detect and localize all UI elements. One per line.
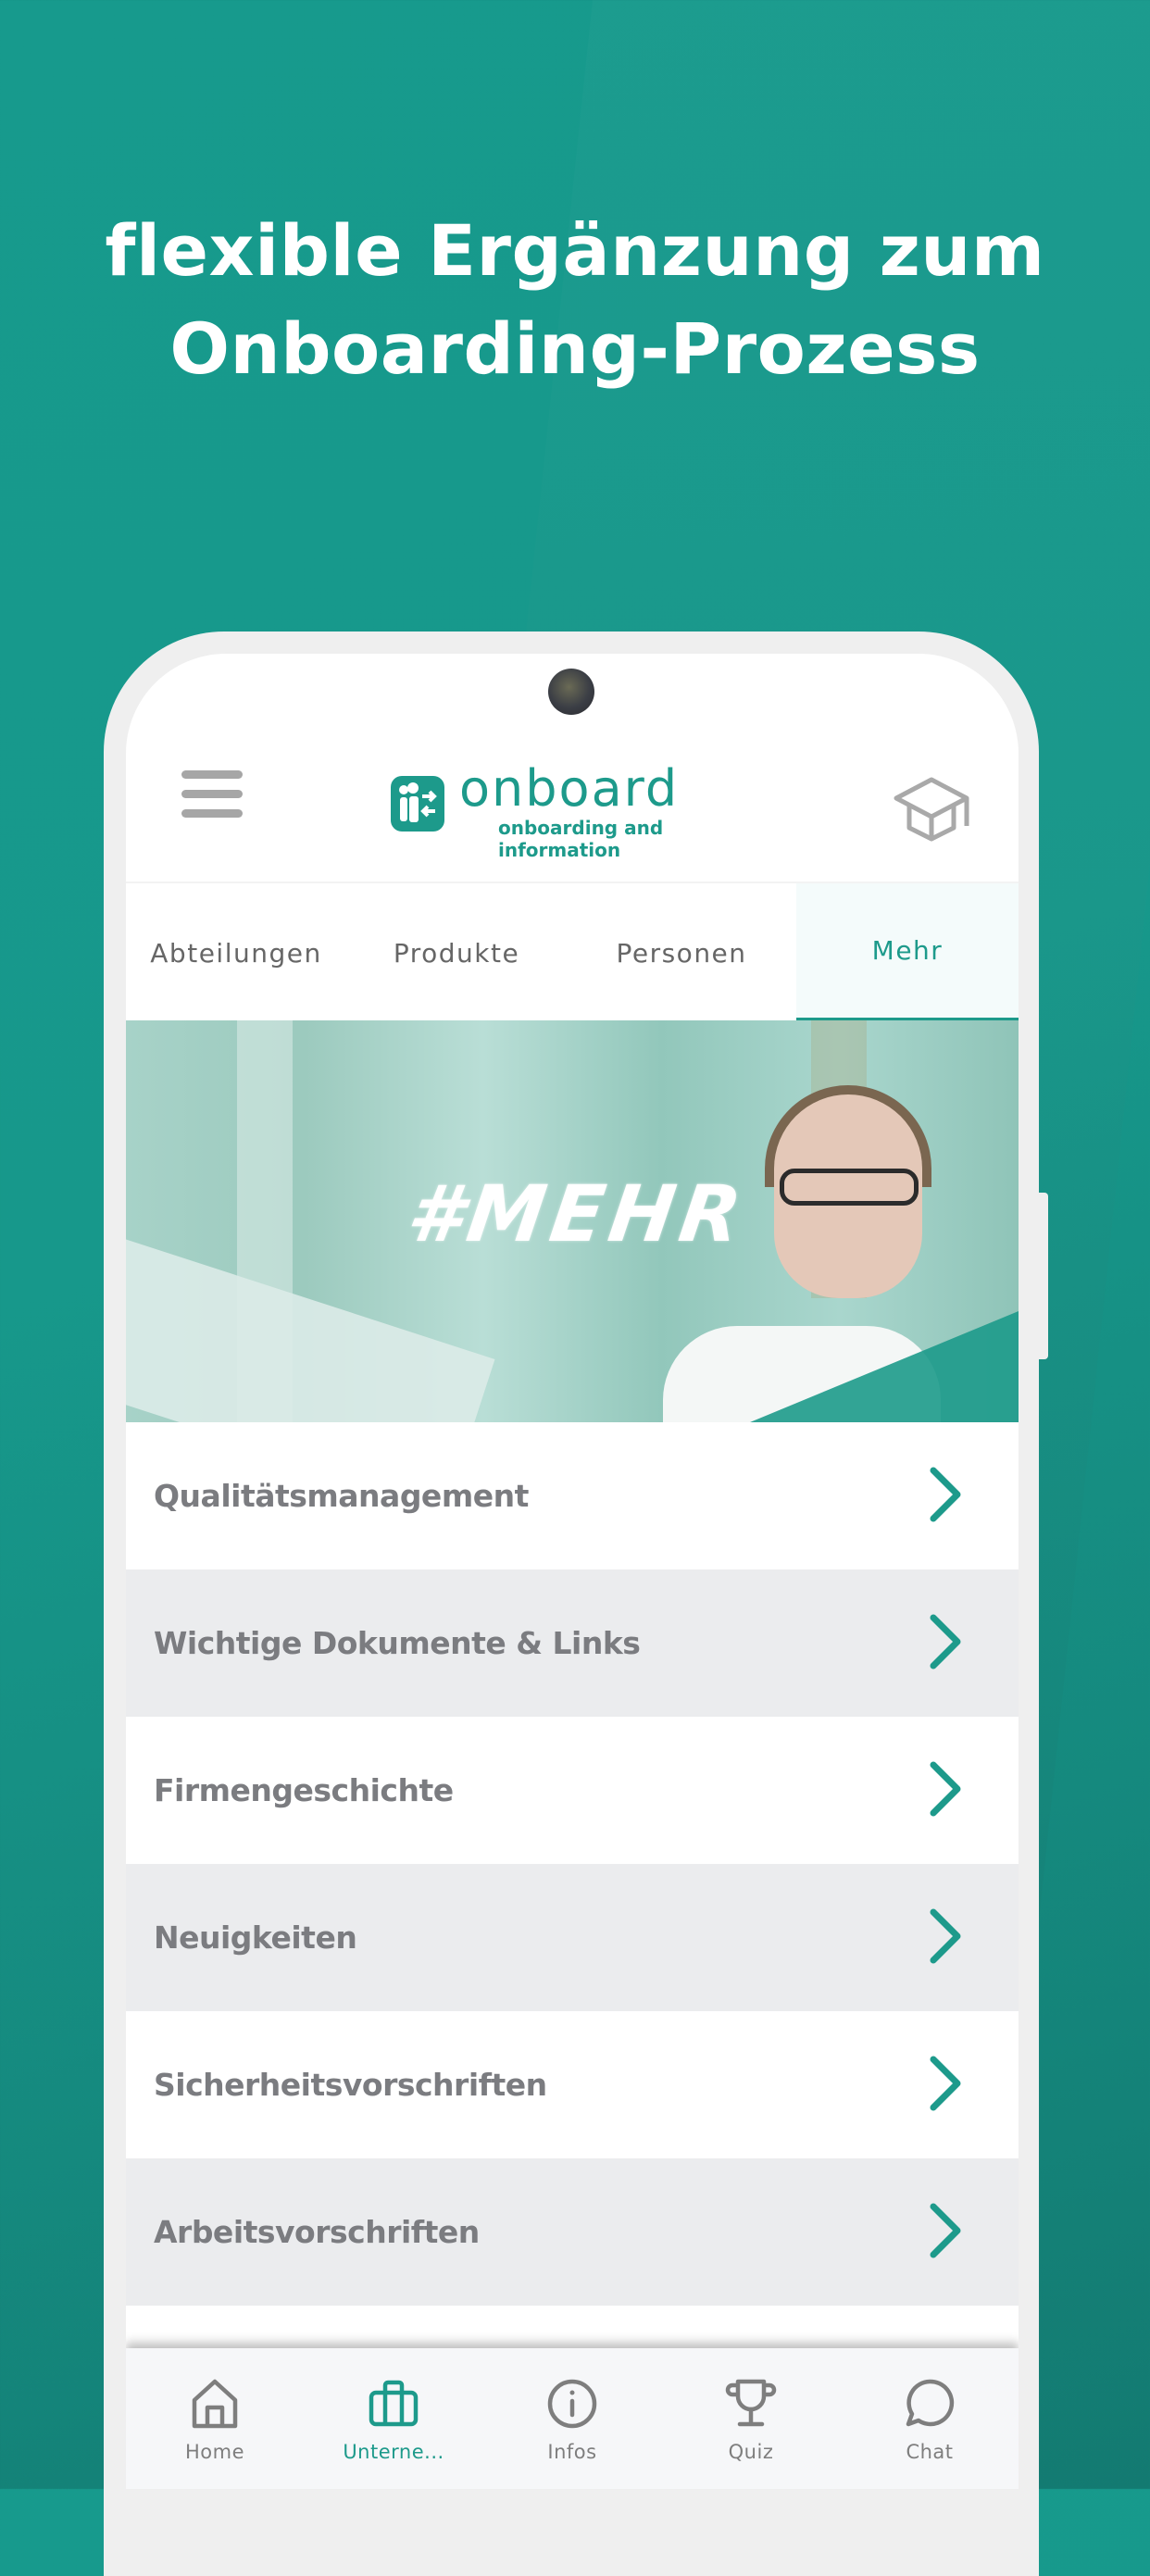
graduation-cap-icon[interactable] bbox=[891, 770, 974, 844]
list-item-label: Neuigkeiten bbox=[154, 1919, 357, 1956]
info-icon bbox=[547, 2379, 597, 2429]
mehr-banner-image: #MEHR bbox=[126, 1020, 1019, 1422]
bottom-navigation: Home Unterne... Infos Quiz Chat bbox=[126, 2348, 1019, 2489]
app-header: onboard onboarding and information bbox=[126, 709, 1019, 882]
tab-bar: Abteilungen Produkte Personen Mehr bbox=[126, 882, 1019, 1022]
banner-hashtag: #MEHR bbox=[402, 1169, 753, 1259]
nav-infos[interactable]: Infos bbox=[483, 2348, 661, 2489]
nav-quiz[interactable]: Quiz bbox=[662, 2348, 840, 2489]
nav-home[interactable]: Home bbox=[126, 2348, 304, 2489]
briefcase-icon bbox=[369, 2380, 419, 2427]
list-item-sicherheitsvorschriften[interactable]: Sicherheitsvorschriften bbox=[126, 2011, 1019, 2158]
nav-label: Chat bbox=[906, 2441, 954, 2463]
tab-produkte[interactable]: Produkte bbox=[346, 883, 567, 1022]
nav-unternehmen[interactable]: Unterne... bbox=[305, 2348, 482, 2489]
logo-mark-icon bbox=[391, 776, 444, 832]
nav-label: Quiz bbox=[728, 2441, 774, 2463]
trophy-icon bbox=[725, 2379, 777, 2427]
hamburger-icon[interactable] bbox=[181, 770, 243, 819]
headline: flexible Ergänzung zum Onboarding-Prozes… bbox=[0, 202, 1150, 398]
chevron-right-icon bbox=[930, 2203, 961, 2258]
list-item-qualitaetsmanagement[interactable]: Qualitätsmanagement bbox=[126, 1422, 1019, 1569]
nav-chat[interactable]: Chat bbox=[841, 2348, 1019, 2489]
nav-label: Home bbox=[184, 2441, 244, 2463]
headline-line-2: Onboarding-Prozess bbox=[169, 307, 981, 390]
list-item-label: Qualitätsmanagement bbox=[154, 1478, 529, 1514]
tab-mehr[interactable]: Mehr bbox=[796, 883, 1019, 1022]
chevron-right-icon bbox=[930, 1614, 961, 1669]
chevron-right-icon bbox=[930, 2056, 961, 2111]
onboard-logo: onboard onboarding and information bbox=[391, 759, 761, 861]
list-item-wichtige-dokumente[interactable]: Wichtige Dokumente & Links bbox=[126, 1569, 1019, 1717]
chat-icon bbox=[906, 2379, 955, 2427]
banner-accent-corner bbox=[750, 1311, 1019, 1422]
nav-label: Infos bbox=[547, 2441, 597, 2463]
list-item-arbeitsvorschriften[interactable]: Arbeitsvorschriften bbox=[126, 2158, 1019, 2306]
logo-tagline: onboarding and information bbox=[498, 817, 664, 861]
list-item-label: Wichtige Dokumente & Links bbox=[154, 1625, 641, 1661]
tab-abteilungen[interactable]: Abteilungen bbox=[126, 883, 346, 1022]
document-paper bbox=[126, 1233, 495, 1422]
chevron-right-icon bbox=[930, 1908, 961, 1964]
list-item-label: Arbeitsvorschriften bbox=[154, 2214, 480, 2250]
phone-screen: onboard onboarding and information Abtei… bbox=[126, 654, 1019, 2489]
tab-personen[interactable]: Personen bbox=[567, 883, 796, 1022]
list-item-label: Sicherheitsvorschriften bbox=[154, 2067, 547, 2103]
phone-side-button bbox=[1039, 1193, 1048, 1359]
home-icon bbox=[192, 2379, 238, 2429]
nav-label: Unterne... bbox=[343, 2441, 444, 2463]
menu-list: Qualitätsmanagement Wichtige Dokumente &… bbox=[126, 1422, 1019, 2361]
list-item-label: Firmengeschichte bbox=[154, 1772, 454, 1808]
list-item-firmengeschichte[interactable]: Firmengeschichte bbox=[126, 1717, 1019, 1864]
headline-line-1: flexible Ergänzung zum bbox=[105, 209, 1045, 292]
chevron-right-icon bbox=[930, 1761, 961, 1817]
chevron-right-icon bbox=[930, 1467, 961, 1522]
logo-wordmark: onboard bbox=[459, 759, 680, 818]
front-camera bbox=[548, 669, 594, 715]
list-item-neuigkeiten[interactable]: Neuigkeiten bbox=[126, 1864, 1019, 2011]
